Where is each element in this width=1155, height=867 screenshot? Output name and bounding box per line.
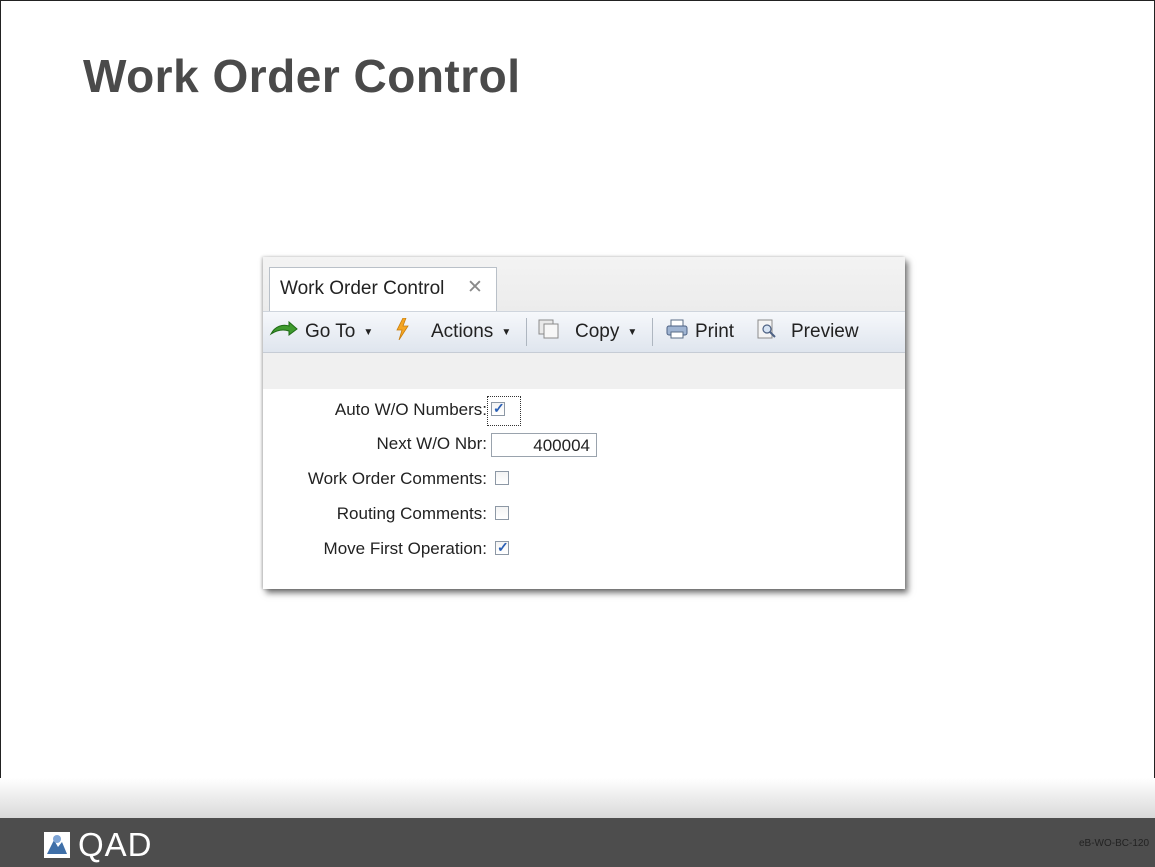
actions-label: Actions (431, 321, 494, 342)
preview-label: Preview (791, 321, 859, 342)
auto-wo-checkbox[interactable]: ✓ (491, 400, 505, 416)
lightning-icon (395, 317, 409, 346)
goto-arrow-icon (269, 320, 299, 344)
work-order-control-form: Auto W/O Numbers: ✓ Next W/O Nbr: 400004… (263, 389, 905, 589)
chevron-down-icon: ▼ (627, 326, 638, 338)
print-label: Print (695, 321, 735, 342)
checkmark-icon: ✓ (493, 400, 505, 416)
checkmark-icon: ✓ (497, 539, 509, 555)
qad-logo-text: QAD (78, 826, 153, 863)
copy-label: Copy (575, 321, 620, 342)
printer-icon (665, 318, 689, 346)
routing-comments-label: Routing Comments: (336, 504, 487, 523)
wo-comments-checkbox[interactable] (495, 471, 509, 485)
toolbar: Go To ▼ Actions ▼ Copy ▼ Print Preview (263, 312, 905, 353)
goto-label: Go To (305, 321, 356, 342)
next-wo-field[interactable]: 400004 (491, 433, 597, 457)
chevron-down-icon: ▼ (363, 326, 374, 338)
print-button[interactable]: Print (665, 318, 734, 346)
footer-bar: QAD (0, 818, 1155, 867)
slide-title: Work Order Control (83, 50, 521, 102)
form-header-strip (263, 353, 905, 389)
preview-icon (755, 318, 779, 346)
chevron-down-icon: ▼ (501, 326, 512, 338)
goto-button[interactable]: Go To ▼ (269, 318, 373, 346)
actions-button[interactable]: Actions ▼ (395, 317, 512, 346)
auto-wo-label: Auto W/O Numbers: (334, 400, 487, 419)
app-window: Work Order Control ✕ Go To ▼ Actions ▼ C… (263, 257, 905, 589)
move-first-label: Move First Operation: (323, 539, 487, 558)
move-first-checkbox[interactable]: ✓ (495, 539, 509, 555)
toolbar-divider (526, 318, 527, 346)
toolbar-divider (652, 318, 653, 346)
close-icon[interactable]: ✕ (467, 276, 483, 299)
routing-comments-checkbox[interactable] (495, 506, 509, 520)
copy-icon (537, 318, 561, 346)
tab-work-order-control[interactable]: Work Order Control ✕ (269, 267, 497, 311)
slide-code: eB-WO-BC-120 (1078, 838, 1149, 849)
slide: Work Order Control Work Order Control ✕ … (0, 0, 1155, 867)
tab-bar: Work Order Control ✕ (263, 257, 905, 312)
qad-logo-icon (44, 832, 70, 858)
wo-comments-label: Work Order Comments: (307, 469, 487, 488)
tab-label: Work Order Control (280, 278, 445, 299)
footer-fade (0, 778, 1155, 818)
copy-button[interactable]: Copy ▼ (537, 318, 637, 346)
next-wo-label: Next W/O Nbr: (376, 434, 487, 453)
preview-button[interactable]: Preview (755, 318, 859, 346)
